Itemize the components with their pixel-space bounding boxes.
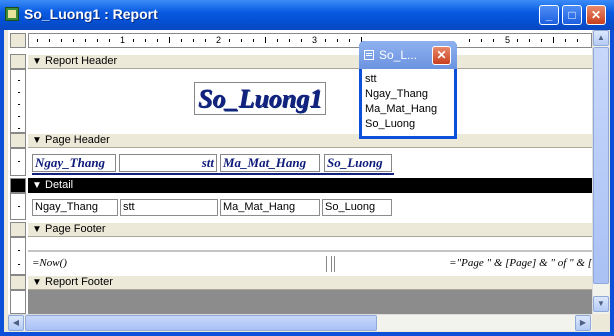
field-list-title-bar[interactable]: So_L... ✕ [359, 41, 457, 69]
field-list-item[interactable]: Ngay_Thang [365, 88, 428, 100]
scroll-up-arrow-icon[interactable]: ▲ [593, 30, 609, 46]
section-label: Report Header [45, 55, 118, 67]
horizontal-scroll-thumb[interactable] [25, 315, 377, 331]
section-label: Page Footer [45, 223, 106, 235]
window-title: So_Luong1 : Report [24, 6, 158, 22]
arrow-down-icon: ▼ [32, 135, 42, 146]
section-selector-page-header[interactable] [10, 133, 26, 148]
ruler-corner[interactable] [10, 33, 26, 48]
column-header-label[interactable]: Ngay_Thang [32, 154, 116, 172]
field-list-item[interactable]: stt [365, 73, 377, 85]
minimize-button[interactable]: _ [539, 5, 559, 25]
page-number-textbox[interactable]: ="Page " & [Page] & " of " & [ [334, 256, 592, 272]
report-design-window: So_Luong1 : Report _ □ ✕ 1 2 3 5 ▼ Repor… [0, 0, 614, 336]
report-title-label[interactable]: So_Luong1 [194, 82, 327, 115]
scroll-down-arrow-icon[interactable]: ▼ [593, 296, 609, 312]
column-header-label[interactable]: Ma_Mat_Hang [220, 154, 320, 172]
vertical-scrollbar[interactable]: ▲ ▼ [592, 30, 609, 314]
section-label: Report Footer [45, 276, 113, 288]
ruler-number: 5 [505, 35, 511, 45]
vertical-ruler[interactable] [10, 148, 26, 176]
detail-textbox[interactable]: So_Luong [322, 199, 392, 216]
section-selector-report-header[interactable] [10, 54, 26, 69]
page-header-section[interactable]: Ngay_Thang stt Ma_Mat_Hang So_Luong [28, 148, 592, 176]
arrow-down-icon: ▼ [32, 224, 42, 235]
scroll-left-arrow-icon[interactable]: ◀ [8, 315, 24, 331]
field-list-item[interactable]: So_Luong [365, 118, 415, 130]
arrow-down-icon: ▼ [32, 56, 42, 67]
vertical-ruler[interactable] [10, 237, 26, 275]
scroll-right-arrow-icon[interactable]: ▶ [575, 315, 591, 331]
detail-textbox[interactable]: stt [120, 199, 218, 216]
horizontal-ruler[interactable]: 1 2 3 5 [28, 33, 592, 48]
section-selector-page-footer[interactable] [10, 222, 26, 237]
horizontal-scrollbar[interactable]: ◀ ▶ [8, 314, 592, 331]
size-grip[interactable] [592, 314, 609, 331]
field-list-title: So_L... [379, 48, 418, 62]
column-header-label[interactable]: So_Luong [324, 154, 392, 172]
title-bar[interactable]: So_Luong1 : Report _ □ ✕ [0, 0, 614, 30]
vertical-ruler[interactable] [10, 69, 26, 133]
section-bar-page-footer[interactable]: ▼ Page Footer [28, 222, 592, 237]
section-bar-detail[interactable]: ▼ Detail [28, 178, 592, 193]
detail-textbox[interactable]: Ngay_Thang [32, 199, 118, 216]
footer-line [28, 250, 592, 252]
arrow-down-icon: ▼ [32, 180, 42, 191]
section-label: Detail [45, 179, 74, 191]
field-list-window[interactable]: So_L... ✕ stt Ngay_Thang Ma_Mat_Hang So_… [359, 41, 457, 139]
vertical-ruler[interactable] [10, 193, 26, 220]
close-button[interactable]: ✕ [586, 5, 606, 25]
header-underline [32, 173, 394, 175]
detail-section[interactable]: Ngay_Thang stt Ma_Mat_Hang So_Luong [28, 193, 592, 220]
vertical-scroll-thumb[interactable] [593, 47, 609, 284]
field-list-body: stt Ngay_Thang Ma_Mat_Hang So_Luong [362, 69, 454, 136]
list-icon [364, 50, 374, 60]
ruler-number: 3 [312, 35, 318, 45]
field-list-item[interactable]: Ma_Mat_Hang [365, 103, 437, 115]
column-header-label[interactable]: stt [119, 154, 217, 172]
page-footer-section[interactable]: =Now() ="Page " & [Page] & " of " & [ [28, 237, 592, 275]
section-selector-detail[interactable] [10, 178, 26, 193]
design-canvas[interactable]: 1 2 3 5 ▼ Report Header So_Luong1 ▼ Page… [8, 30, 592, 314]
detail-textbox[interactable]: Ma_Mat_Hang [220, 199, 320, 216]
section-bar-report-footer[interactable]: ▼ Report Footer [28, 275, 592, 290]
window-client: 1 2 3 5 ▼ Report Header So_Luong1 ▼ Page… [4, 30, 610, 332]
arrow-down-icon: ▼ [32, 277, 42, 288]
maximize-button[interactable]: □ [562, 5, 582, 25]
empty-design-area [28, 290, 592, 314]
ruler-number: 1 [120, 35, 126, 45]
section-selector-report-footer[interactable] [10, 275, 26, 290]
section-bar-report-header[interactable]: ▼ Report Header [28, 54, 592, 69]
field-list-close-button[interactable]: ✕ [432, 46, 451, 65]
now-textbox[interactable]: =Now() [32, 256, 327, 272]
report-icon [5, 7, 19, 21]
vertical-ruler[interactable] [10, 290, 26, 314]
section-label: Page Header [45, 134, 110, 146]
ruler-number: 2 [216, 35, 222, 45]
section-bar-page-header[interactable]: ▼ Page Header [28, 133, 592, 148]
report-header-section[interactable]: So_Luong1 [28, 69, 592, 133]
